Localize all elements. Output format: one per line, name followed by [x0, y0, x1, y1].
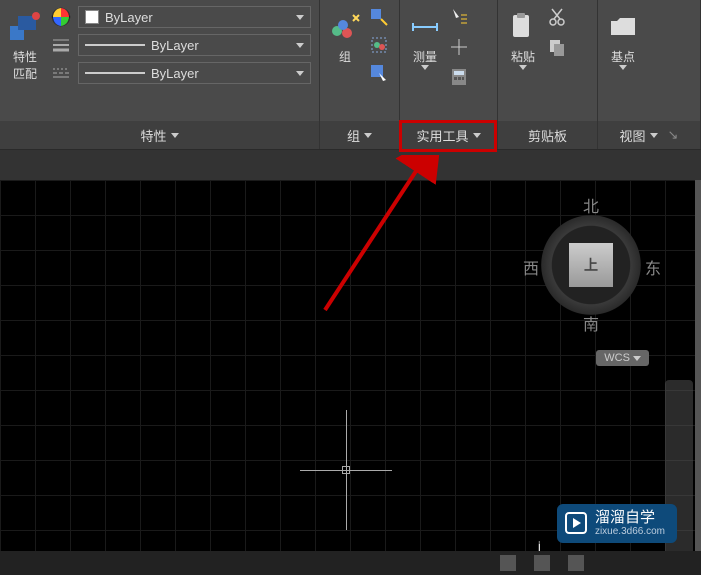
chevron-down-icon — [421, 65, 429, 70]
layer-color-dropdown[interactable]: ByLayer — [78, 6, 311, 28]
viewcube-south[interactable]: 南 — [583, 311, 599, 335]
group-icon — [328, 10, 362, 44]
chevron-down-icon — [171, 133, 179, 138]
linetype-dropdown[interactable]: ByLayer — [78, 62, 311, 84]
measure-icon — [408, 10, 442, 44]
status-bar — [0, 551, 701, 575]
base-point-label: 基点 — [611, 48, 635, 65]
chevron-down-icon — [519, 65, 527, 70]
paste-icon — [506, 10, 540, 44]
panel-view-footer[interactable]: 视图 ↘ — [598, 121, 700, 149]
panel-footer-label: 特性 — [140, 126, 166, 145]
group-button[interactable]: 组 — [328, 6, 362, 65]
panel-launcher-icon[interactable]: ↘ — [668, 127, 679, 143]
group-label: 组 — [339, 48, 351, 65]
panel-utilities-footer[interactable]: 实用工具 — [400, 121, 497, 149]
linetype-value: ByLayer — [151, 66, 199, 81]
lineweight-dropdown[interactable]: ByLayer — [78, 34, 311, 56]
match-properties-label: 特性 匹配 — [13, 48, 37, 82]
line-sample-icon — [85, 72, 145, 74]
status-icon[interactable] — [534, 555, 550, 571]
panel-clipboard: 粘贴 剪贴板 — [498, 0, 598, 149]
play-icon — [565, 512, 587, 534]
panel-footer-label: 组 — [347, 126, 360, 145]
chevron-down-icon — [473, 133, 481, 138]
line-sample-icon — [85, 44, 145, 46]
base-point-button[interactable]: 基点 — [606, 6, 640, 70]
point-style-button[interactable] — [448, 36, 470, 58]
status-icon[interactable] — [500, 555, 516, 571]
match-properties-icon — [8, 10, 42, 44]
viewcube-north[interactable]: 北 — [583, 193, 599, 217]
panel-group-footer[interactable]: 组 — [320, 121, 399, 149]
layer-color-value: ByLayer — [105, 10, 153, 25]
panel-footer-label: 剪贴板 — [528, 126, 567, 145]
quick-select-button[interactable] — [448, 6, 470, 28]
panel-clipboard-footer[interactable]: 剪贴板 — [498, 121, 597, 149]
viewcube-west[interactable]: 西 — [523, 255, 539, 279]
cut-button[interactable] — [546, 6, 568, 28]
wcs-badge[interactable]: WCS — [596, 350, 649, 366]
group-bbox-button[interactable] — [368, 34, 390, 56]
lineweight-icon[interactable] — [50, 34, 72, 56]
group-edit-button[interactable] — [368, 6, 390, 28]
chevron-down-icon — [633, 356, 641, 361]
folder-icon — [606, 10, 640, 44]
panel-properties: 特性 匹配 ByLayer ByLa — [0, 0, 320, 149]
panel-utilities: 测量 实用工具 — [400, 0, 498, 149]
color-wheel-icon[interactable] — [50, 6, 72, 28]
chevron-down-icon — [296, 43, 304, 48]
lineweight-value: ByLayer — [151, 38, 199, 53]
group-select-button[interactable] — [368, 62, 390, 84]
watermark-url: zixue.3d66.com — [595, 526, 665, 537]
copy-button[interactable] — [546, 36, 568, 58]
watermark: 溜溜自学 zixue.3d66.com — [557, 504, 677, 544]
color-swatch-icon — [85, 10, 99, 24]
panel-group: 组 组 — [320, 0, 400, 149]
chevron-down-icon — [650, 133, 658, 138]
viewcube-east[interactable]: 东 — [645, 255, 661, 279]
panel-properties-footer[interactable]: 特性 — [0, 121, 319, 149]
measure-label: 测量 — [413, 48, 437, 65]
scrollbar-vertical[interactable] — [695, 180, 701, 575]
viewcube-top-face[interactable]: 上 — [569, 243, 613, 287]
chevron-down-icon — [364, 133, 372, 138]
ribbon: 特性 匹配 ByLayer ByLa — [0, 0, 701, 150]
watermark-title: 溜溜自学 — [595, 510, 665, 527]
panel-footer-label: 视图 — [620, 126, 646, 145]
linetype-icon[interactable] — [50, 62, 72, 84]
measure-button[interactable]: 测量 — [408, 6, 442, 70]
calculator-button[interactable] — [448, 66, 470, 88]
chevron-down-icon — [296, 71, 304, 76]
match-properties-button[interactable]: 特性 匹配 — [8, 6, 42, 82]
status-icon[interactable] — [568, 555, 584, 571]
chevron-down-icon — [619, 65, 627, 70]
paste-button[interactable]: 粘贴 — [506, 6, 540, 70]
paste-label: 粘贴 — [511, 48, 535, 65]
layer-controls: ByLayer ByLayer — [50, 6, 311, 84]
viewcube[interactable]: 上 北 南 西 东 — [521, 195, 661, 335]
panel-view: 基点 视图 ↘ — [598, 0, 701, 149]
panel-footer-label: 实用工具 — [416, 126, 468, 145]
chevron-down-icon — [296, 15, 304, 20]
